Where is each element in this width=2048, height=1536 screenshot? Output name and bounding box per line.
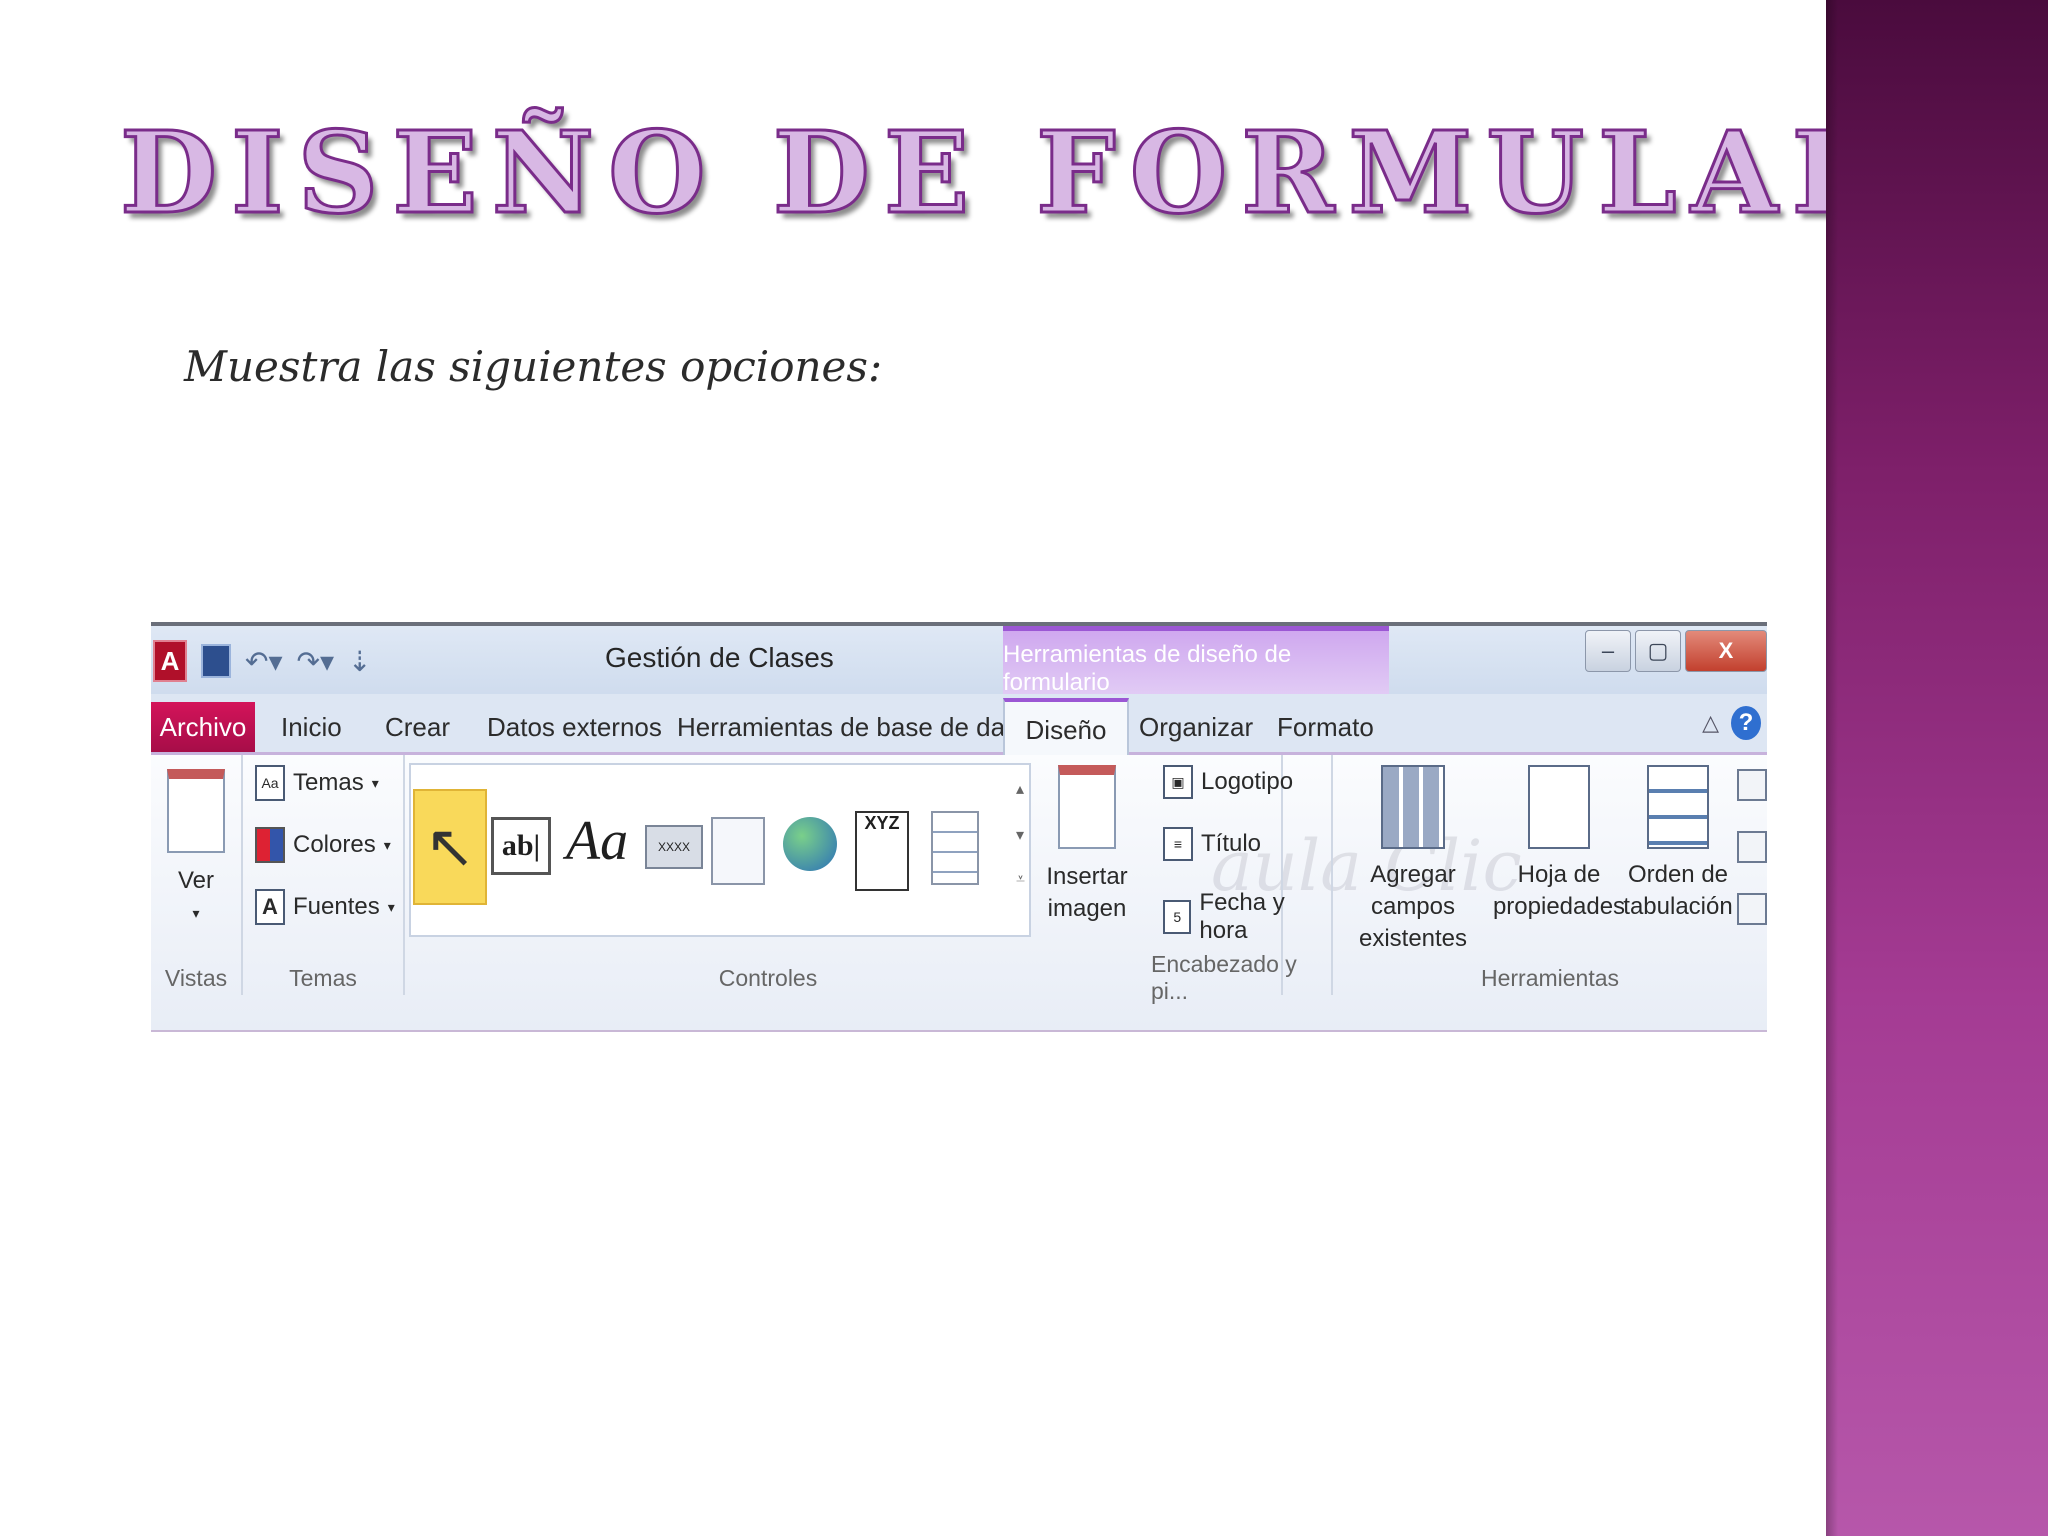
button-control-icon[interactable]: XXXX bbox=[645, 825, 703, 869]
fuentes-dropdown-icon: ▾ bbox=[387, 898, 395, 915]
tab-herramientas-bd[interactable]: Herramientas de base de datos bbox=[661, 702, 1056, 752]
close-button[interactable]: X bbox=[1685, 630, 1767, 672]
subform-icon[interactable] bbox=[1737, 769, 1767, 801]
hoja-propiedades-button[interactable]: Hoja de propiedades bbox=[1493, 765, 1625, 923]
ver-label: Ver bbox=[177, 867, 215, 894]
group-temas: Aa Temas ▾ Colores ▾ A Fuentes ▾ Temas bbox=[243, 755, 405, 995]
tab-order-icon bbox=[1647, 765, 1709, 849]
title-bar: A ↶▾ ↷▾ ⇣ Gestión de Clases Herramientas… bbox=[151, 626, 1767, 707]
colores-label: Colores bbox=[293, 831, 376, 858]
save-icon[interactable] bbox=[201, 644, 231, 678]
undo-icon[interactable]: ↶▾ bbox=[245, 645, 283, 678]
more-controls-icon[interactable]: ⩡ bbox=[1016, 871, 1025, 889]
select-arrow-icon[interactable]: ↖ bbox=[413, 789, 487, 905]
colores-button[interactable]: Colores ▾ bbox=[255, 827, 391, 863]
label-control-icon[interactable]: Aa bbox=[565, 793, 629, 889]
insertar-imagen-button[interactable]: Insertar imagen bbox=[1037, 765, 1137, 925]
textbox-control-icon[interactable]: ab| bbox=[491, 817, 551, 875]
access-icon[interactable]: A bbox=[153, 640, 187, 682]
colores-dropdown-icon: ▾ bbox=[383, 836, 391, 853]
tab-inicio[interactable]: Inicio bbox=[265, 702, 358, 752]
group-encabezado: ▣ Logotipo ≡ Título 5 Fecha y hora Encab… bbox=[1151, 755, 1333, 1004]
window-title: Gestión de Clases bbox=[605, 642, 834, 673]
slide: DISEÑO DE FORMULARIO Muestra las siguien… bbox=[0, 0, 2048, 1536]
group-label-encabezado: Encabezado y pi... bbox=[1151, 951, 1297, 1004]
themes-icon: Aa bbox=[255, 765, 285, 801]
tab-organizar[interactable]: Organizar bbox=[1123, 702, 1269, 752]
group-label-controles: Controles bbox=[718, 964, 818, 991]
tab-control-icon[interactable] bbox=[711, 817, 765, 885]
minimize-ribbon-icon[interactable]: △ bbox=[1702, 710, 1719, 736]
quick-access-toolbar: A ↶▾ ↷▾ ⇣ bbox=[153, 640, 372, 682]
scroll-down-icon[interactable]: ▾ bbox=[1016, 825, 1025, 845]
ribbon-tabs: Archivo Inicio Crear Datos externos Herr… bbox=[151, 694, 1767, 758]
gallery-scroll[interactable]: ▴ ▾ ⩡ bbox=[1016, 779, 1025, 889]
titulo-label: Título bbox=[1201, 830, 1262, 857]
tab-crear[interactable]: Crear bbox=[369, 702, 466, 752]
property-sheet-icon bbox=[1528, 765, 1590, 849]
ribbon-screenshot: A ↶▾ ↷▾ ⇣ Gestión de Clases Herramientas… bbox=[151, 622, 1767, 1030]
group-label-herramientas: Herramientas bbox=[1480, 964, 1620, 991]
view-code-icon[interactable] bbox=[1737, 831, 1767, 863]
window-controls: – ▢ X bbox=[1585, 630, 1767, 672]
group-label-vistas: Vistas bbox=[164, 964, 228, 991]
insertar-label: Insertar bbox=[1046, 863, 1128, 890]
fonts-icon: A bbox=[255, 889, 285, 925]
hoja-label-1: Hoja de bbox=[1517, 861, 1601, 888]
agregar-campos-button[interactable]: Agregar campos existentes bbox=[1333, 765, 1493, 955]
fuentes-button[interactable]: A Fuentes ▾ bbox=[255, 889, 395, 925]
ver-button[interactable]: Ver ▾ bbox=[161, 769, 231, 929]
title-icon: ≡ bbox=[1163, 827, 1193, 861]
page-break-icon[interactable] bbox=[931, 811, 979, 885]
orden-label-1: Orden de bbox=[1627, 861, 1729, 888]
restore-button[interactable]: ▢ bbox=[1635, 630, 1681, 672]
hyperlink-globe-icon[interactable] bbox=[783, 817, 837, 871]
group-label-temas: Temas bbox=[289, 964, 357, 991]
logo-icon: ▣ bbox=[1163, 765, 1193, 799]
fecha-label: Fecha y hora bbox=[1199, 889, 1285, 944]
temas-button[interactable]: Aa Temas ▾ bbox=[255, 765, 379, 801]
tab-archivo[interactable]: Archivo bbox=[151, 702, 255, 752]
colors-icon bbox=[255, 827, 285, 863]
help-icon[interactable]: ? bbox=[1731, 706, 1761, 740]
add-fields-icon bbox=[1381, 765, 1445, 849]
redo-icon[interactable]: ↷▾ bbox=[297, 645, 335, 678]
slide-title: DISEÑO DE FORMULARIO bbox=[119, 107, 2048, 241]
titulo-button[interactable]: ≡ Título bbox=[1163, 827, 1261, 861]
option-group-icon[interactable]: XYZ bbox=[855, 811, 909, 891]
logotipo-label: Logotipo bbox=[1201, 768, 1294, 795]
decorative-side-band bbox=[1826, 0, 2048, 1536]
minimize-button[interactable]: – bbox=[1585, 630, 1631, 672]
help-area: △ ? bbox=[1702, 706, 1761, 740]
logotipo-button[interactable]: ▣ Logotipo bbox=[1163, 765, 1293, 799]
fecha-hora-button[interactable]: 5 Fecha y hora bbox=[1163, 889, 1331, 945]
controls-gallery: ↖ ab| Aa XXXX XYZ ▴ ▾ ⩡ bbox=[409, 763, 1031, 937]
imagen-label: imagen bbox=[1047, 895, 1127, 922]
customize-qat-icon[interactable]: ⇣ bbox=[348, 645, 371, 678]
agregar-label-1: Agregar campos bbox=[1370, 861, 1456, 920]
insert-image-icon bbox=[1058, 765, 1116, 849]
tab-formato[interactable]: Formato bbox=[1261, 702, 1390, 752]
tab-diseno[interactable]: Diseño bbox=[1003, 698, 1129, 758]
date-time-icon: 5 bbox=[1163, 900, 1192, 934]
convert-macros-icon[interactable] bbox=[1737, 893, 1767, 925]
ribbon-body: aula Clic Ver ▾ Vistas Aa Temas ▾ Colore… bbox=[151, 755, 1767, 1030]
temas-label: Temas bbox=[293, 769, 364, 796]
hoja-label-2: propiedades bbox=[1492, 893, 1626, 920]
group-herramientas: Agregar campos existentes Hoja de propie… bbox=[1333, 755, 1767, 995]
orden-tabulacion-button[interactable]: Orden de tabulación bbox=[1623, 765, 1733, 923]
fuentes-label: Fuentes bbox=[293, 893, 380, 920]
form-view-icon bbox=[167, 769, 225, 853]
agregar-label-2: existentes bbox=[1358, 925, 1468, 952]
orden-label-2: tabulación bbox=[1623, 893, 1733, 920]
temas-dropdown-icon: ▾ bbox=[371, 774, 379, 791]
group-vistas: Ver ▾ Vistas bbox=[151, 755, 243, 995]
ver-dropdown-icon: ▾ bbox=[192, 905, 200, 921]
tab-datos-externos[interactable]: Datos externos bbox=[471, 702, 678, 752]
slide-subtitle: Muestra las siguientes opciones: bbox=[184, 342, 883, 391]
scroll-up-icon[interactable]: ▴ bbox=[1016, 779, 1025, 799]
